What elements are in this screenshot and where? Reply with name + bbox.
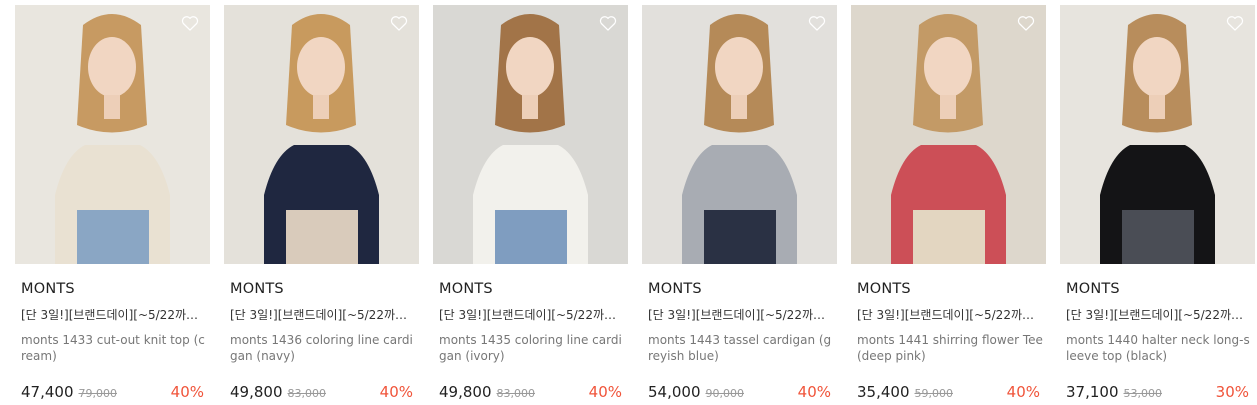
discount-badge: 40% bbox=[1006, 383, 1040, 401]
sale-price-value: 37,100 bbox=[1066, 383, 1119, 401]
brand-name[interactable]: MONTS bbox=[648, 281, 702, 297]
promo-text: [단 3일!][브랜드데이][~5/22까지] 몽츠 전상품 할인 bbox=[857, 308, 1043, 322]
brand-name[interactable]: MONTS bbox=[21, 281, 75, 297]
sale-price-value: 35,400 bbox=[857, 383, 910, 401]
heart-outline-icon[interactable] bbox=[389, 13, 409, 33]
product-card[interactable]: MONTS [단 3일!][브랜드데이][~5/22까지] 몽츠 전상품 할인 … bbox=[433, 5, 628, 405]
sale-price-value: 49,800 bbox=[230, 383, 283, 401]
product-card[interactable]: MONTS [단 3일!][브랜드데이][~5/22까지] 몽츠 전상품 할인 … bbox=[1060, 5, 1255, 405]
promo-text: [단 3일!][브랜드데이][~5/22까지] 몽츠 전상품 할인 bbox=[648, 308, 834, 322]
product-name[interactable]: monts 1436 coloring line cardigan (navy) bbox=[230, 332, 416, 364]
product-name[interactable]: monts 1440 halter neck long-sleeve top (… bbox=[1066, 332, 1252, 364]
price-row: 49,800 83,000 40% bbox=[439, 383, 626, 403]
original-price: 53,000 bbox=[1123, 387, 1163, 400]
product-image[interactable] bbox=[1060, 5, 1255, 264]
brand-name[interactable]: MONTS bbox=[230, 281, 284, 297]
brand-name[interactable]: MONTS bbox=[1066, 281, 1120, 297]
sale-price: 54,000 90,000 bbox=[648, 383, 744, 401]
discount-badge: 40% bbox=[379, 383, 413, 401]
price-row: 54,000 90,000 40% bbox=[648, 383, 835, 403]
product-grid: MONTS [단 3일!][브랜드데이][~5/22까지] 몽츠 전상품 할인 … bbox=[0, 0, 1257, 405]
product-image[interactable] bbox=[642, 5, 837, 264]
product-image[interactable] bbox=[15, 5, 210, 264]
product-image[interactable] bbox=[224, 5, 419, 264]
product-card[interactable]: MONTS [단 3일!][브랜드데이][~5/22까지] 몽츠 전상품 할인 … bbox=[642, 5, 837, 405]
product-name[interactable]: monts 1443 tassel cardigan (greyish blue… bbox=[648, 332, 834, 364]
original-price: 59,000 bbox=[914, 387, 954, 400]
product-card[interactable]: MONTS [단 3일!][브랜드데이][~5/22까지] 몽츠 전상품 할인 … bbox=[224, 5, 419, 405]
heart-outline-icon[interactable] bbox=[807, 13, 827, 33]
promo-text: [단 3일!][브랜드데이][~5/22까지] 몽츠 전상품 할인 bbox=[1066, 308, 1252, 322]
original-price: 90,000 bbox=[705, 387, 745, 400]
price-row: 47,400 79,000 40% bbox=[21, 383, 208, 403]
heart-outline-icon[interactable] bbox=[1225, 13, 1245, 33]
promo-text: [단 3일!][브랜드데이][~5/22까지] 몽츠 전상품 할인 bbox=[439, 308, 625, 322]
product-name[interactable]: monts 1435 coloring line cardigan (ivory… bbox=[439, 332, 625, 364]
product-card[interactable]: MONTS [단 3일!][브랜드데이][~5/22까지] 몽츠 전상품 할인 … bbox=[851, 5, 1046, 405]
heart-outline-icon[interactable] bbox=[598, 13, 618, 33]
product-name[interactable]: monts 1433 cut-out knit top (cream) bbox=[21, 332, 207, 364]
sale-price: 49,800 83,000 bbox=[230, 383, 326, 401]
product-image[interactable] bbox=[851, 5, 1046, 264]
sale-price-value: 54,000 bbox=[648, 383, 701, 401]
price-row: 35,400 59,000 40% bbox=[857, 383, 1044, 403]
heart-outline-icon[interactable] bbox=[1016, 13, 1036, 33]
original-price: 79,000 bbox=[78, 387, 118, 400]
sale-price-value: 47,400 bbox=[21, 383, 74, 401]
discount-badge: 40% bbox=[797, 383, 831, 401]
brand-name[interactable]: MONTS bbox=[857, 281, 911, 297]
product-name[interactable]: monts 1441 shirring flower Tee (deep pin… bbox=[857, 332, 1043, 364]
brand-name[interactable]: MONTS bbox=[439, 281, 493, 297]
price-row: 37,100 53,000 30% bbox=[1066, 383, 1253, 403]
original-price: 83,000 bbox=[496, 387, 536, 400]
product-card[interactable]: MONTS [단 3일!][브랜드데이][~5/22까지] 몽츠 전상품 할인 … bbox=[15, 5, 210, 405]
sale-price: 37,100 53,000 bbox=[1066, 383, 1162, 401]
promo-text: [단 3일!][브랜드데이][~5/22까지] 몽츠 전상품 할인 bbox=[21, 308, 207, 322]
original-price: 83,000 bbox=[287, 387, 327, 400]
sale-price: 35,400 59,000 bbox=[857, 383, 953, 401]
sale-price: 47,400 79,000 bbox=[21, 383, 117, 401]
product-image[interactable] bbox=[433, 5, 628, 264]
discount-badge: 40% bbox=[170, 383, 204, 401]
sale-price-value: 49,800 bbox=[439, 383, 492, 401]
heart-outline-icon[interactable] bbox=[180, 13, 200, 33]
discount-badge: 30% bbox=[1215, 383, 1249, 401]
promo-text: [단 3일!][브랜드데이][~5/22까지] 몽츠 전상품 할인 bbox=[230, 308, 416, 322]
discount-badge: 40% bbox=[588, 383, 622, 401]
sale-price: 49,800 83,000 bbox=[439, 383, 535, 401]
price-row: 49,800 83,000 40% bbox=[230, 383, 417, 403]
